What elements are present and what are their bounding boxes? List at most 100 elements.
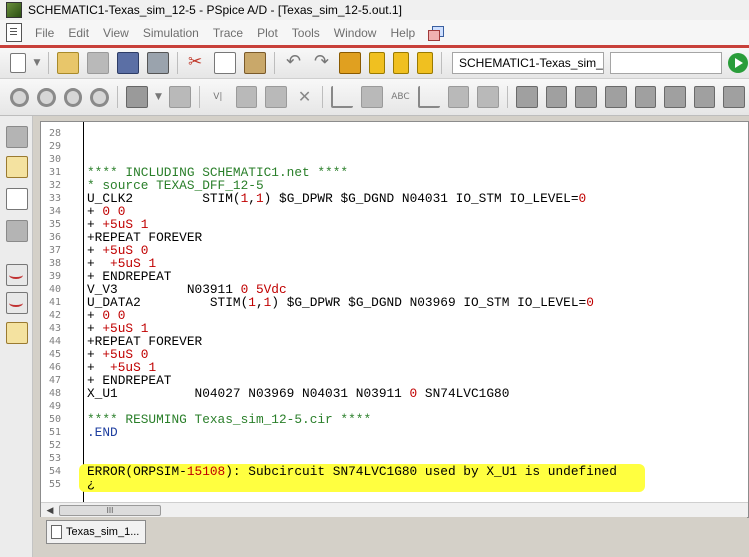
code-token: X_U1 N04027 N03969 N04031 N03911	[87, 386, 410, 401]
menu-file[interactable]: File	[28, 26, 61, 40]
x-axis-icon[interactable]	[295, 87, 315, 107]
performance-analysis-icon[interactable]	[265, 86, 287, 108]
line-number: 42	[49, 310, 62, 321]
view-netlist-icon[interactable]	[6, 156, 28, 178]
code-line: ¿	[87, 478, 95, 491]
line-number: 38	[49, 258, 62, 269]
messages-icon[interactable]	[6, 126, 28, 148]
zoom-fit-icon[interactable]	[90, 87, 109, 107]
toolbar-separator	[274, 52, 275, 74]
edit-profile-icon[interactable]	[6, 322, 28, 344]
grid-icon[interactable]	[477, 86, 500, 108]
run-waveform-icon[interactable]	[6, 264, 28, 286]
add-trace-icon[interactable]	[331, 86, 354, 108]
document-tab-icon	[51, 525, 62, 539]
menu-help[interactable]: Help	[383, 26, 422, 40]
cursor-search-icon[interactable]	[693, 86, 716, 108]
menu-edit[interactable]: Edit	[61, 26, 96, 40]
cursor-peak-icon[interactable]	[516, 86, 538, 108]
toolbar-separator	[322, 86, 324, 108]
new-window-icon[interactable]	[125, 86, 148, 108]
waveform-settings-icon[interactable]	[6, 292, 28, 314]
redo-icon[interactable]	[311, 51, 331, 73]
run-simulation-icon[interactable]	[728, 53, 748, 73]
horizontal-scrollbar[interactable]: ◀ III	[41, 502, 748, 517]
scroll-left-icon[interactable]: ◀	[43, 503, 57, 517]
open-simulation-icon[interactable]	[87, 52, 109, 74]
line-number: 54	[49, 466, 62, 477]
menu-window[interactable]: Window	[327, 26, 384, 40]
window-dropdown-arrow-icon[interactable]: ▼	[154, 87, 164, 107]
toggle-cursor-icon[interactable]	[418, 86, 440, 108]
menu-view[interactable]: View	[96, 26, 136, 40]
line-number: 45	[49, 349, 62, 360]
line-number: 30	[49, 154, 62, 165]
menu-plot[interactable]: Plot	[250, 26, 285, 40]
code-token: **** RESUMING Texas_sim_12-5.cir ****	[87, 412, 372, 427]
menu-simulation[interactable]: Simulation	[136, 26, 206, 40]
zoom-in-icon[interactable]	[10, 87, 29, 107]
code-editor[interactable]: **** INCLUDING SCHEMATIC1.net **** * sour…	[87, 127, 748, 502]
mark-label-icon[interactable]	[447, 86, 470, 108]
zoom-out-icon[interactable]	[36, 87, 56, 107]
menu-bar: File Edit View Simulation Trace Plot Too…	[0, 20, 749, 48]
view-output-file-icon[interactable]	[6, 188, 28, 210]
toolbar-separator	[177, 52, 178, 74]
line-number: 49	[49, 401, 62, 412]
undo-icon[interactable]	[283, 51, 303, 73]
standard-toolbar: ▼ SCHEMATIC1-Texas_sim_1	[0, 48, 749, 79]
simulation-results-icon[interactable]	[6, 220, 28, 242]
code-line: U_CLK2 STIM(1,1) $G_DPWR $G_DGND N04031 …	[87, 192, 586, 205]
open-folder-icon[interactable]	[57, 52, 79, 74]
code-line: X_U1 N04027 N03969 N04031 N03911 0 SN74L…	[87, 387, 509, 400]
cursor-slope-icon[interactable]	[575, 86, 597, 108]
zoom-area-icon[interactable]	[63, 87, 83, 107]
menu-trace[interactable]: Trace	[206, 26, 250, 40]
previous-bookmark-icon[interactable]	[393, 52, 409, 74]
line-number: 41	[49, 297, 62, 308]
line-number: 46	[49, 362, 62, 373]
code-token: 1	[255, 191, 264, 206]
cursor-point-icon[interactable]	[664, 86, 686, 108]
simulation-profile-select[interactable]: SCHEMATIC1-Texas_sim_1	[452, 52, 604, 74]
pspice-app-icon[interactable]	[6, 2, 22, 18]
code-token: 1	[248, 295, 256, 310]
document-icon[interactable]	[6, 23, 22, 42]
tab-label: Texas_sim_1...	[66, 526, 140, 538]
log-axis-icon[interactable]: V|	[208, 87, 228, 107]
new-file-icon[interactable]	[10, 53, 26, 73]
save-icon[interactable]	[117, 52, 139, 74]
line-number-gutter: 28 29 30 31 32 33 34 35 36 37 38 39 40 41 42 43 44 45 46 47…	[41, 122, 83, 502]
menu-tools[interactable]: Tools	[285, 26, 327, 40]
code-token: 0	[586, 295, 594, 310]
copy-to-clipboard-icon[interactable]	[169, 86, 192, 108]
cursor-max-icon[interactable]	[634, 86, 657, 108]
new-dropdown-arrow-icon[interactable]: ▼	[32, 53, 42, 73]
line-number: 44	[49, 336, 62, 347]
next-bookmark-icon[interactable]	[369, 52, 385, 74]
eval-measurement-icon[interactable]	[361, 86, 383, 108]
toolbar-separator	[117, 86, 118, 108]
fourier-icon[interactable]	[235, 86, 258, 108]
print-icon[interactable]	[147, 52, 169, 74]
scrollbar-thumb[interactable]: III	[59, 505, 161, 516]
tab-texas-sim[interactable]: Texas_sim_1...	[46, 520, 147, 544]
code-token: ) $G_DPWR $G_DGND N04031 IO_STM IO_LEVEL…	[263, 191, 579, 206]
trace-expression-select[interactable]	[610, 52, 722, 74]
text-label-icon[interactable]: ABC	[391, 87, 411, 107]
bookmark-icon[interactable]	[339, 52, 361, 74]
cut-icon[interactable]	[186, 52, 206, 73]
code-line: **** RESUMING Texas_sim_12-5.cir ****	[87, 413, 371, 426]
restore-window-icon[interactable]	[428, 25, 445, 41]
cursor-min-icon[interactable]	[604, 86, 627, 108]
cursor-trough-icon[interactable]	[545, 86, 568, 108]
paste-icon[interactable]	[244, 52, 266, 74]
copy-icon[interactable]	[214, 52, 236, 74]
code-line: ERROR(ORPSIM-15108): Subcircuit SN74LVC1…	[87, 465, 617, 478]
clear-bookmarks-icon[interactable]	[417, 52, 433, 74]
cursor-next-icon[interactable]	[723, 86, 745, 108]
toolbar-separator	[199, 86, 200, 108]
line-number: 31	[49, 167, 62, 178]
line-number: 34	[49, 206, 62, 217]
line-number: 33	[49, 193, 62, 204]
